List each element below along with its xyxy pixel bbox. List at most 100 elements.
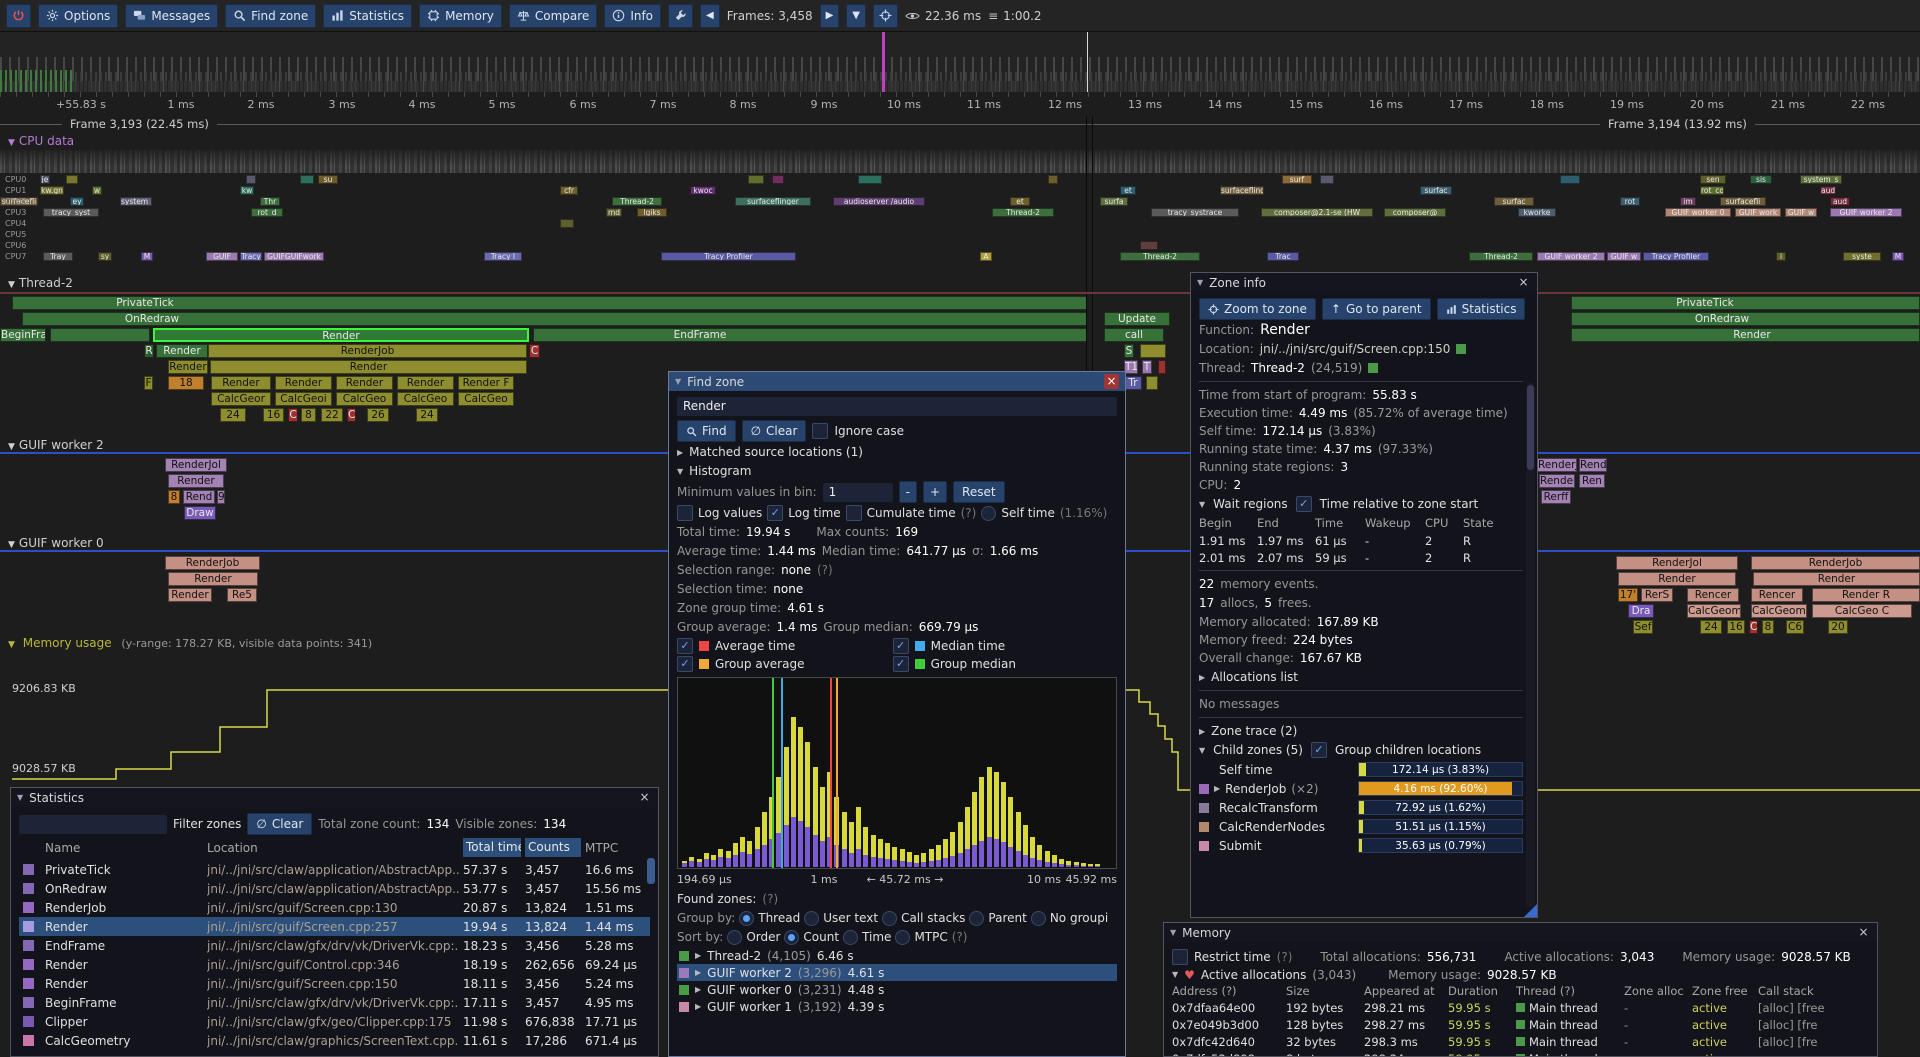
group-by-option[interactable]: Thread: [739, 911, 800, 926]
statistics-titlebar[interactable]: ▼ Statistics ×: [11, 788, 658, 807]
cpu-zone-chip[interactable]: composer@2.1-se (HW: [1261, 208, 1373, 217]
call-stack-cell[interactable]: [alloc] [fre: [1758, 1035, 1869, 1049]
timeline-zone[interactable]: RenderJob: [208, 344, 527, 358]
timeline-zone[interactable]: Render: [1753, 572, 1920, 586]
help-marker[interactable]: (?): [817, 563, 833, 577]
allocations-list-label[interactable]: Allocations list: [1211, 670, 1298, 684]
zone-location[interactable]: jni/../jni/src/guif/Screen.cpp:150: [1260, 342, 1451, 356]
find-clear-button[interactable]: ∅Clear: [742, 420, 807, 442]
cpu-zone-chip[interactable]: [246, 175, 256, 184]
expand-triangle-icon[interactable]: ▶: [1199, 727, 1205, 736]
legend-item[interactable]: ✓ Median time: [893, 637, 1109, 655]
power-button[interactable]: [6, 4, 31, 28]
legend-checkbox[interactable]: ✓: [893, 638, 909, 654]
statistics-table-row[interactable]: PrivateTick jni/../jni/src/claw/applicat…: [19, 860, 650, 879]
cpu-zone-chip[interactable]: md: [606, 208, 622, 217]
timeline-zone[interactable]: CalcGeo: [336, 392, 393, 406]
cpu-zone-chip[interactable]: kw.gn: [40, 186, 64, 195]
timeline-zone[interactable]: CalcGeo: [458, 392, 514, 406]
cpu-zone-chip[interactable]: [1560, 175, 1580, 184]
statistics-table-row[interactable]: OnRedraw jni/../jni/src/claw/application…: [19, 879, 650, 898]
log-time-checkbox[interactable]: ✓: [767, 505, 783, 521]
find-zone-titlebar[interactable]: ▼ Find zone ×: [669, 372, 1125, 391]
timeline-zone[interactable]: RenderJol: [1616, 556, 1738, 570]
statistics-table-row[interactable]: EndFrame jni/../jni/src/claw/gfx/drv/vk/…: [19, 936, 650, 955]
statistics-table-row[interactable]: Clipper jni/../jni/src/claw/gfx/geo/Clip…: [19, 1012, 650, 1031]
cpu-zone-chip[interactable]: et: [1010, 197, 1030, 206]
timeline-zone[interactable]: CalcGeo: [397, 392, 454, 406]
timeline-zone[interactable]: 24: [220, 408, 246, 422]
timeline-zone[interactable]: [1140, 344, 1166, 358]
timeline-zone[interactable]: CalcGeomet: [1751, 604, 1807, 618]
timeline-zone[interactable]: PrivateTick: [100, 296, 190, 310]
memory-titlebar[interactable]: ▼ Memory ×: [1164, 923, 1877, 942]
memory-usage-section-header[interactable]: ▼ Memory usage (y-range: 178.27 KB, visi…: [8, 636, 372, 650]
column-header-appeared[interactable]: Appeared at: [1364, 984, 1446, 998]
cpu-zone-chip[interactable]: GUIF worker 2: [1830, 208, 1902, 217]
cpu-zone-chip[interactable]: GUIFGUIFwork: [264, 252, 324, 261]
tools-button[interactable]: [668, 4, 693, 28]
self-time-radio[interactable]: [981, 506, 996, 521]
cpu-zone-chip[interactable]: A: [980, 252, 992, 261]
timeline-zone[interactable]: Render: [1618, 572, 1736, 586]
timeline-zone[interactable]: Render: [275, 376, 332, 390]
timeline-zone[interactable]: 17': [1618, 588, 1638, 602]
wait-region-row[interactable]: 2.01 ms2.07 ms 59 µs- 2R: [1199, 549, 1523, 566]
zone-trace-label[interactable]: Zone trace (2): [1211, 724, 1297, 738]
column-header-duration[interactable]: Duration: [1448, 984, 1514, 998]
cpu-zone-chip[interactable]: rot_co: [1700, 186, 1724, 195]
timeline-zone[interactable]: CalcGeome: [1687, 604, 1741, 618]
timeline-zone[interactable]: 24: [416, 408, 438, 422]
column-header-zone-alloc[interactable]: Zone alloc: [1624, 984, 1690, 998]
cpu-zone-chip[interactable]: [560, 219, 574, 228]
column-header-counts[interactable]: Counts: [525, 838, 581, 857]
timeline-zone[interactable]: R: [144, 344, 154, 358]
timeline-zone[interactable]: Render: [168, 474, 224, 488]
time-ruler[interactable]: [0, 92, 1920, 97]
child-zone-row[interactable]: Self time 172.14 µs (3.83%): [1199, 760, 1523, 779]
timeline-zone[interactable]: C: [1749, 620, 1758, 634]
cpu-zone-chip[interactable]: [300, 175, 314, 184]
cpu-zone-chip[interactable]: rot_d: [251, 208, 283, 217]
timeline-zone[interactable]: S: [1124, 344, 1134, 358]
expand-triangle-icon[interactable]: ▶: [695, 1002, 701, 1011]
cpu-zone-chip[interactable]: rot: [1620, 197, 1640, 206]
child-zone-row[interactable]: RecalcTransform 72.92 µs (1.62%): [1199, 798, 1523, 817]
timeline-zone[interactable]: C: [288, 408, 298, 422]
legend-checkbox[interactable]: ✓: [677, 638, 693, 654]
timeline-zone[interactable]: CalcGeo C: [1812, 604, 1912, 618]
expand-triangle-icon[interactable]: ▶: [695, 951, 701, 960]
timeline-zone[interactable]: Re5: [227, 588, 257, 602]
reset-button[interactable]: Reset: [953, 481, 1005, 503]
cpu-zone-chip[interactable]: surf: [1282, 175, 1312, 184]
timeline-zone[interactable]: RerS: [1641, 588, 1673, 602]
memory-table-row[interactable]: 0x7dfc53d898 8 bytes 298.34 ms 59.95 s M…: [1172, 1050, 1869, 1056]
column-header-total-time[interactable]: Total time: [463, 838, 521, 857]
cpu-zone-chip[interactable]: lgiks: [637, 208, 667, 217]
timeline-zone[interactable]: Render: [168, 360, 208, 374]
cpu-zone-chip[interactable]: surfaceflinge: [1220, 186, 1264, 195]
expand-triangle-icon[interactable]: ▶: [1199, 673, 1205, 682]
cpu-zone-chip[interactable]: [1140, 241, 1158, 250]
cpu-zone-chip[interactable]: Tracy I: [484, 252, 522, 261]
timeline-zone[interactable]: [1158, 360, 1166, 374]
timeline-zone[interactable]: T1: [1124, 360, 1138, 374]
memory-button[interactable]: Memory: [419, 4, 502, 28]
column-header-mtpc[interactable]: MTPC: [585, 841, 650, 855]
options-button[interactable]: Options: [38, 4, 118, 28]
timeline-zone[interactable]: OnRedraw: [110, 312, 194, 326]
cpu-zone-chip[interactable]: M: [1892, 252, 1904, 261]
timeline-zone[interactable]: 8: [1762, 620, 1774, 634]
cpu-zone-chip[interactable]: surfacefli: [1720, 197, 1766, 206]
info-button[interactable]: Info: [604, 4, 661, 28]
zone-group-row[interactable]: ▶ Thread-2 (4,105) 6.46 s: [677, 947, 1117, 964]
cpu-zone-chip[interactable]: GUIF w: [1785, 208, 1817, 217]
cpu-zone-chip[interactable]: cfr: [560, 186, 578, 195]
find-zone-search-input[interactable]: Render: [677, 397, 1117, 416]
close-icon[interactable]: ×: [637, 790, 652, 805]
cpu-zone-chip[interactable]: aud: [1830, 197, 1850, 206]
timeline-zone[interactable]: C6: [1786, 620, 1804, 634]
cpu-zone-chip[interactable]: Tray: [43, 252, 73, 261]
cpu-zone-chip[interactable]: [66, 175, 78, 184]
legend-checkbox[interactable]: ✓: [893, 656, 909, 672]
